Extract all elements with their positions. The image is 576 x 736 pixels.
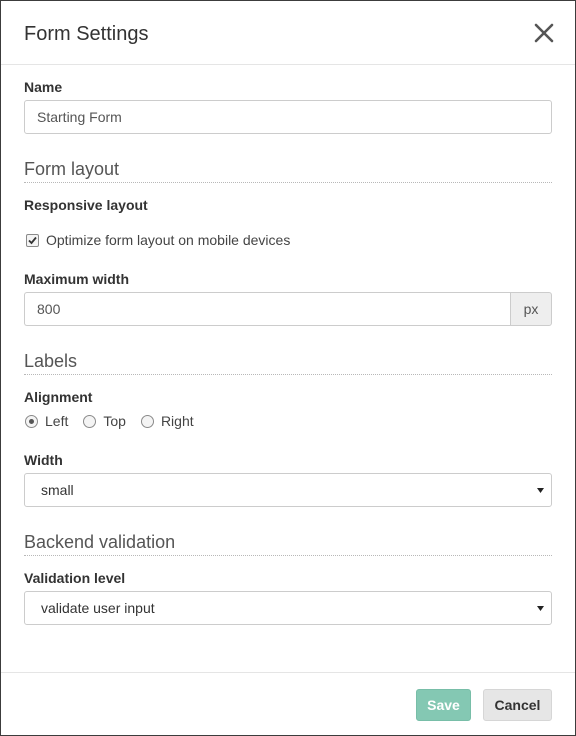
labels-section-title: Labels [24,351,552,375]
alignment-radio-group: Left Top Right [25,413,209,429]
validation-level-selected-value: validate user input [41,600,155,616]
cancel-button[interactable]: Cancel [483,689,552,721]
alignment-label: Alignment [24,389,93,405]
validation-level-select[interactable]: validate user input [24,591,552,625]
max-width-unit-addon: px [510,292,552,326]
dialog-title: Form Settings [24,23,149,45]
radio-left-label: Left [45,413,69,429]
close-icon [534,23,554,43]
radio-left[interactable] [25,414,38,428]
caret-down-icon [537,488,544,493]
label-width-label: Width [24,452,63,468]
dialog-footer: Save Cancel [1,672,575,736]
alignment-option-left[interactable]: Left [25,413,68,429]
checkmark-icon [28,236,37,244]
save-button[interactable]: Save [416,689,471,721]
optimize-checkbox-label: Optimize form layout on mobile devices [46,232,291,248]
radio-top-label: Top [103,413,126,429]
caret-down-icon [537,606,544,611]
backend-validation-section-title: Backend validation [24,532,552,556]
name-input[interactable] [24,100,552,134]
dialog-header: Form Settings [1,1,575,65]
radio-right-label: Right [160,413,194,429]
radio-top[interactable] [83,414,97,428]
optimize-checkbox-row[interactable]: Optimize form layout on mobile devices [26,232,290,248]
validation-level-label: Validation level [24,570,126,586]
form-settings-dialog: Form Settings Name Form layout Responsiv… [0,0,576,736]
max-width-input[interactable] [24,292,511,326]
optimize-checkbox[interactable] [26,233,39,247]
alignment-option-right[interactable]: Right [140,413,194,429]
label-width-select[interactable]: small [24,473,552,507]
close-button[interactable] [533,22,555,44]
responsive-layout-label: Responsive layout [24,197,148,213]
alignment-option-top[interactable]: Top [83,413,126,429]
form-layout-section-title: Form layout [24,159,552,183]
label-width-selected-value: small [41,482,74,498]
radio-right[interactable] [140,414,154,428]
max-width-label: Maximum width [24,271,130,287]
name-label: Name [24,79,63,95]
